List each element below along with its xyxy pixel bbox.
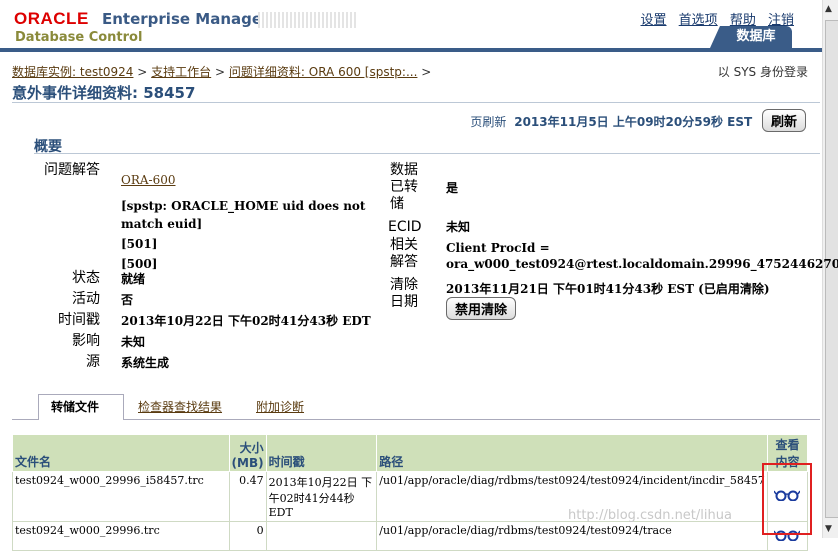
section-divider xyxy=(34,153,820,154)
problem-key-block: ORA-600 [spstp: ORACLE_HOME uid does not… xyxy=(121,171,371,273)
tab-checker-findings[interactable]: 检查器查找结果 xyxy=(138,398,222,415)
status-label: 状态 xyxy=(72,270,100,286)
refresh-label: 页刷新 xyxy=(470,115,507,129)
breadcrumb-separator: > xyxy=(137,65,148,79)
impact-value: 未知 xyxy=(121,335,146,349)
col-timestamp[interactable]: 时间戳 xyxy=(265,434,378,472)
purge-label: 清除日期 xyxy=(390,277,418,310)
dumped-label: 数据已转储 xyxy=(390,162,418,212)
scroll-up-icon[interactable]: ▲ xyxy=(825,4,832,14)
dumped-value: 是 xyxy=(446,181,459,195)
watermark: http://blog.csdn.net/lihua xyxy=(568,508,732,523)
breadcrumb-db-instance[interactable]: 数据库实例: test0924 xyxy=(12,65,133,79)
active-value: 否 xyxy=(121,293,134,307)
purge-value: 2013年11月21日 下午01时41分43秒 EST (已启用清除) xyxy=(446,282,770,296)
tab-database[interactable]: 数据库 xyxy=(710,26,792,48)
breadcrumb-support-workbench[interactable]: 支持工作台 xyxy=(151,65,211,79)
header-divider xyxy=(0,48,822,52)
source-value: 系统生成 xyxy=(121,356,170,370)
tab-dump-files[interactable]: 转储文件 xyxy=(51,398,99,415)
problem-detail-3: [500] xyxy=(121,257,158,271)
table-header-row: 文件名 大小(MB) 时间戳 路径 查看内容 xyxy=(12,434,809,472)
breadcrumb-problem-detail[interactable]: 问题详细资料: ORA 600 [spstp:... xyxy=(229,65,418,79)
settings-link[interactable]: 设置 xyxy=(641,13,667,28)
login-identity: 以 SYS 身份登录 xyxy=(717,65,808,79)
refresh-button[interactable]: 刷新 xyxy=(761,109,806,132)
active-label: 活动 xyxy=(72,291,100,307)
ecid-label: ECID xyxy=(388,219,422,235)
breadcrumb: 数据库实例: test0924 > 支持工作台 > 问题详细资料: ORA 60… xyxy=(12,63,431,80)
page-title: 意外事件详细资料: 58457 xyxy=(12,84,196,102)
highlight-annotation-box xyxy=(762,463,812,535)
col-path[interactable]: 路径 xyxy=(376,434,768,472)
col-size[interactable]: 大小(MB) xyxy=(228,434,267,472)
oracle-logo: ORACLE xyxy=(14,9,89,28)
title-divider xyxy=(12,102,820,103)
problem-key-link[interactable]: ORA-600 xyxy=(121,173,176,187)
cell-timestamp: 2013年10月22日 下午02时41分44秒 EDT xyxy=(265,471,378,522)
scroll-down-icon[interactable]: ▼ xyxy=(825,524,832,534)
status-value: 就绪 xyxy=(121,272,146,286)
refresh-time: 2013年11月5日 上午09时20分59秒 EST xyxy=(514,115,753,129)
cell-timestamp xyxy=(265,521,378,551)
cell-file-name: test0924_w000_29996_i58457.trc xyxy=(12,471,230,522)
table-row: test0924_w000_29996.trc 0 /u01/app/oracl… xyxy=(12,521,809,551)
cell-size: 0 xyxy=(228,521,267,551)
cell-path: /u01/app/oracle/diag/rdbms/test0924/test… xyxy=(376,521,768,551)
problem-key-label: 问题解答 xyxy=(44,162,100,178)
product-subtitle: Database Control xyxy=(15,30,143,45)
related-value: Client ProcId = ora_w000_test0924@rtest.… xyxy=(446,241,838,271)
breadcrumb-separator: > xyxy=(215,65,226,79)
cell-size: 0.47 xyxy=(228,471,267,522)
dump-files-table: 文件名 大小(MB) 时间戳 路径 查看内容 test0924_w000_299… xyxy=(12,434,809,551)
col-file-name[interactable]: 文件名 xyxy=(12,434,230,472)
tab-strip xyxy=(12,395,820,420)
problem-detail-1: [spstp: ORACLE_HOME uid does not match e… xyxy=(121,199,366,231)
source-label: 源 xyxy=(86,354,100,370)
tab-additional-diagnostics[interactable]: 附加诊断 xyxy=(256,398,304,415)
header-decoration xyxy=(258,12,358,28)
impact-label: 影响 xyxy=(72,333,100,349)
ecid-value: 未知 xyxy=(446,220,471,234)
cell-file-name: test0924_w000_29996.trc xyxy=(12,521,230,551)
timestamp-label: 时间戳 xyxy=(58,312,100,328)
page-refresh-bar: 页刷新 2013年11月5日 上午09时20分59秒 EST 刷新 xyxy=(470,109,806,132)
timestamp-value: 2013年10月22日 下午02时41分43秒 EDT xyxy=(121,314,371,328)
related-label: 相关解答 xyxy=(390,237,418,270)
disable-purge-button[interactable]: 禁用清除 xyxy=(446,297,517,320)
problem-detail-2: [501] xyxy=(121,237,158,251)
breadcrumb-separator: > xyxy=(421,65,432,79)
